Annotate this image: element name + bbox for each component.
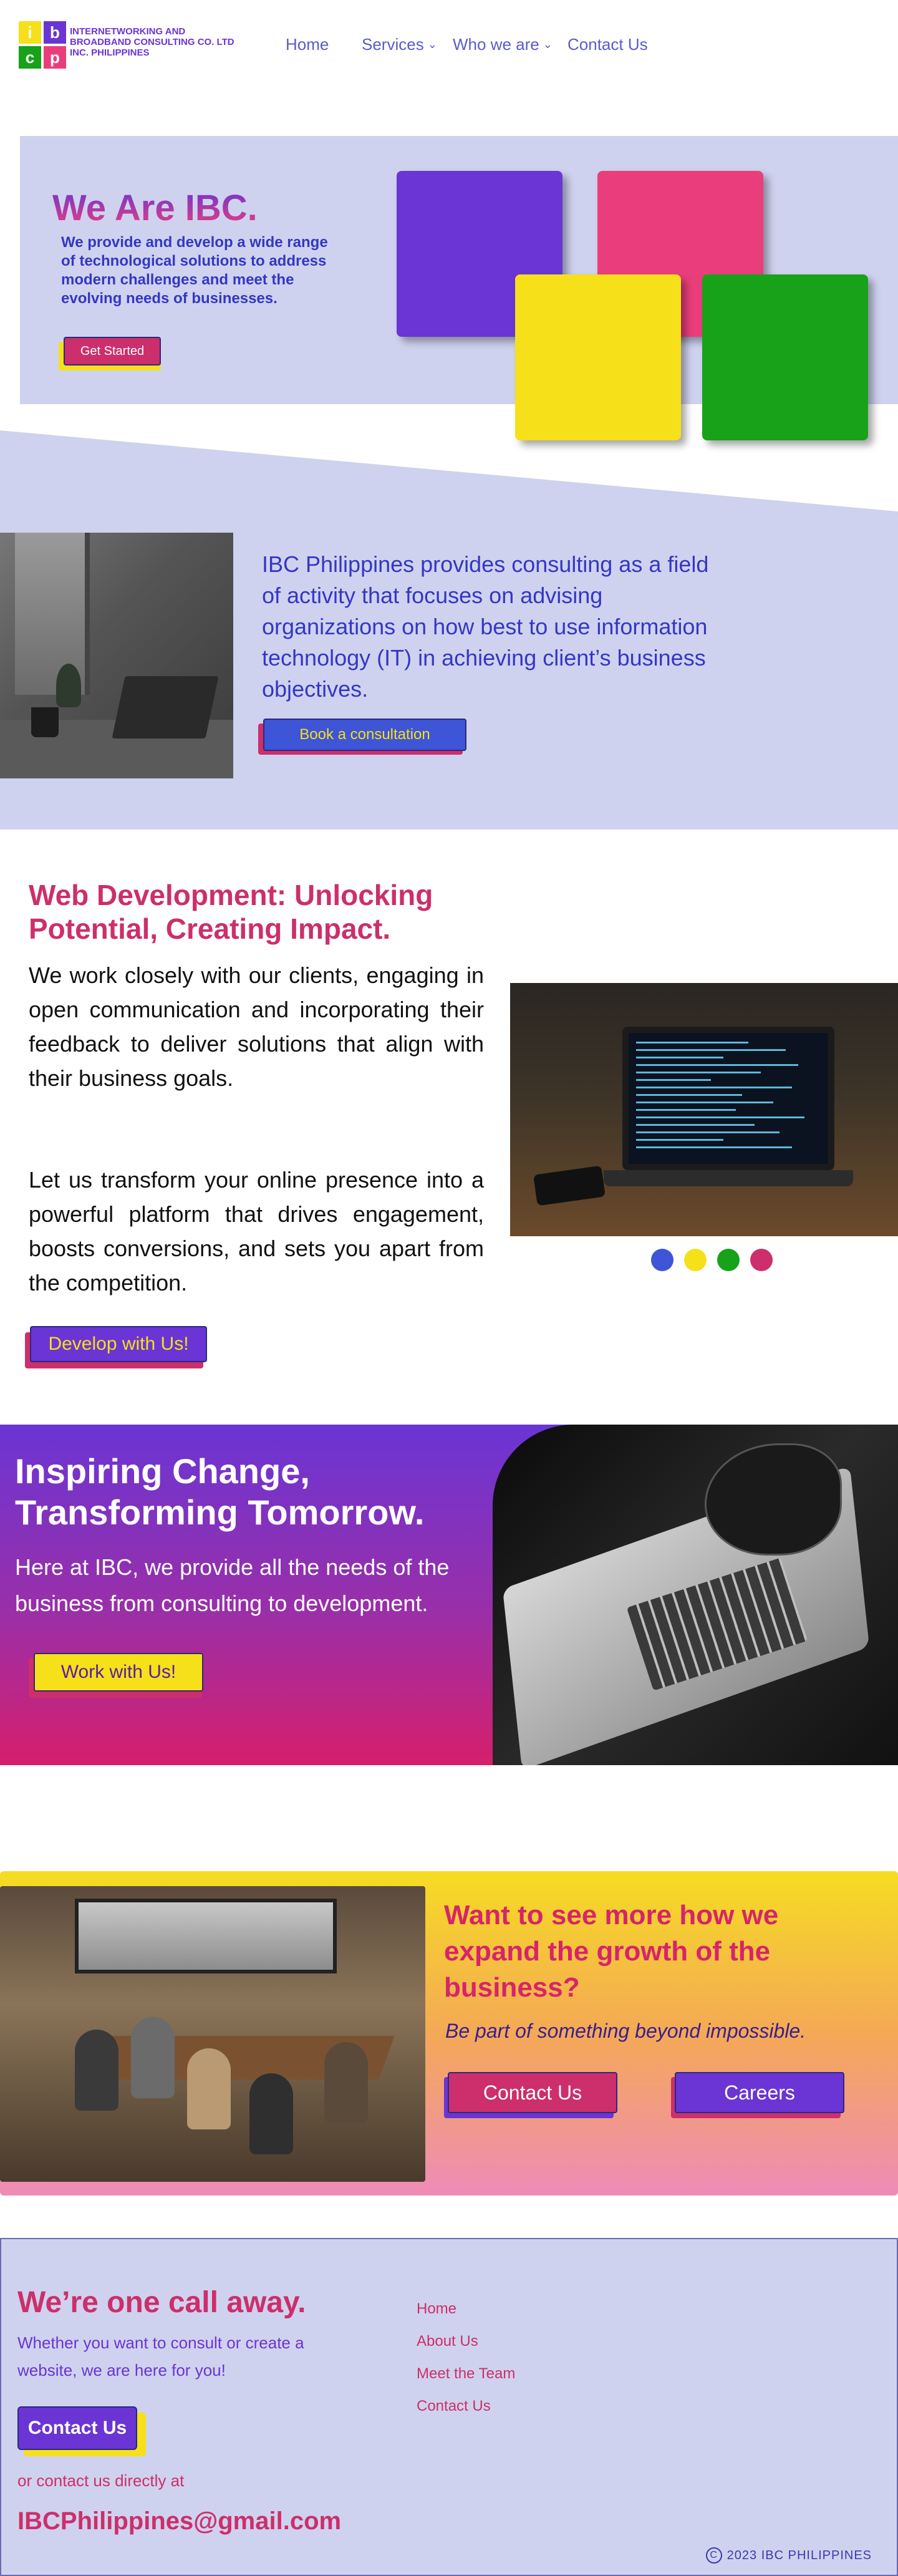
growth-section: Want to see more how we expand the growt… <box>0 1871 898 2196</box>
footer-description: Whether you want to consult or create a … <box>17 2333 304 2380</box>
careers-button[interactable]: Careers <box>675 2072 844 2113</box>
nav-who-we-are[interactable]: Who we are ⌄ <box>453 35 553 54</box>
footer-link-about-us[interactable]: About Us <box>417 2333 515 2350</box>
copyright-text: 2023 IBC PHILIPPINES <box>727 2548 872 2562</box>
copyright: C 2023 IBC PHILIPPINES <box>705 2547 872 2564</box>
logo-letter-b: b <box>44 21 66 44</box>
nav-home-label: Home <box>286 35 329 54</box>
desk-workspace-image <box>0 533 233 778</box>
inspiring-title: Inspiring Change, Transforming Tomorrow. <box>15 1451 425 1532</box>
footer-title: We’re one call away. <box>17 2286 306 2319</box>
team-meeting-image <box>0 1886 425 2182</box>
contact-us-button[interactable]: Contact Us <box>448 2072 617 2113</box>
work-with-us-button[interactable]: Work with Us! <box>34 1653 203 1692</box>
webdev-paragraph-2: Let us transform your online presence in… <box>29 1167 484 1295</box>
green-square <box>702 274 868 440</box>
nav-who-we-are-label: Who we are <box>453 35 539 54</box>
footer-link-contact-us[interactable]: Contact Us <box>417 2398 515 2415</box>
carousel-dots <box>651 1249 773 1271</box>
footer-link-home[interactable]: Home <box>417 2300 515 2318</box>
carousel-dot-4[interactable] <box>750 1249 773 1271</box>
hero-description: We provide and develop a wide range of t… <box>61 234 328 307</box>
site-footer: We’re one call away. Whether you want to… <box>0 2238 898 2576</box>
ibc-logo[interactable]: i b c p <box>19 21 67 70</box>
webdev-paragraph-1: We work closely with our clients, engagi… <box>29 962 484 1091</box>
nav-home[interactable]: Home <box>286 35 329 54</box>
hero-title: We Are IBC. <box>52 188 258 228</box>
webdev-title: Web Development: Unlocking Potential, Cr… <box>29 879 433 945</box>
inspiring-description: Here at IBC, we provide all the needs of… <box>15 1554 450 1616</box>
nav-contact-us[interactable]: Contact Us <box>567 35 648 54</box>
typing-laptop-image <box>493 1425 898 1765</box>
carousel-dot-1[interactable] <box>651 1249 674 1271</box>
footer-email-link[interactable]: IBCPhilippines@gmail.com <box>17 2507 341 2535</box>
footer-contact-us-button[interactable]: Contact Us <box>17 2406 137 2450</box>
copyright-icon: C <box>705 2547 722 2564</box>
develop-with-us-button[interactable]: Develop with Us! <box>30 1326 207 1362</box>
logo-letter-i: i <box>19 21 41 44</box>
logo-letter-c: c <box>19 46 41 69</box>
get-started-button[interactable]: Get Started <box>64 337 161 366</box>
footer-links: Home About Us Meet the Team Contact Us <box>417 2300 515 2415</box>
chevron-down-icon: ⌄ <box>427 38 437 51</box>
nav-services-label: Services <box>362 35 424 54</box>
consult-description: IBC Philippines provides consulting as a… <box>262 551 709 702</box>
carousel-dot-3[interactable] <box>717 1249 740 1271</box>
nav-services[interactable]: Services ⌄ <box>362 35 437 54</box>
growth-subtitle: Be part of something beyond impossible. <box>445 2020 806 2042</box>
book-consultation-button[interactable]: Book a consultation <box>263 719 466 751</box>
yellow-square <box>515 274 681 440</box>
growth-title: Want to see more how we expand the growt… <box>444 1900 779 2003</box>
chevron-down-icon: ⌄ <box>543 38 553 51</box>
site-header: i b c p INTERNETWORKING AND BROADBAND CO… <box>0 0 898 94</box>
footer-link-meet-the-team[interactable]: Meet the Team <box>417 2365 515 2383</box>
coding-laptop-image <box>510 983 898 1236</box>
nav-contact-us-label: Contact Us <box>567 35 648 54</box>
footer-or-text: or contact us directly at <box>17 2471 185 2490</box>
inspiring-section: Inspiring Change, Transforming Tomorrow.… <box>0 1425 898 1765</box>
carousel-dot-2[interactable] <box>684 1249 707 1271</box>
company-name: INTERNETWORKING AND BROADBAND CONSULTING… <box>70 26 234 58</box>
logo-letter-p: p <box>44 46 66 69</box>
